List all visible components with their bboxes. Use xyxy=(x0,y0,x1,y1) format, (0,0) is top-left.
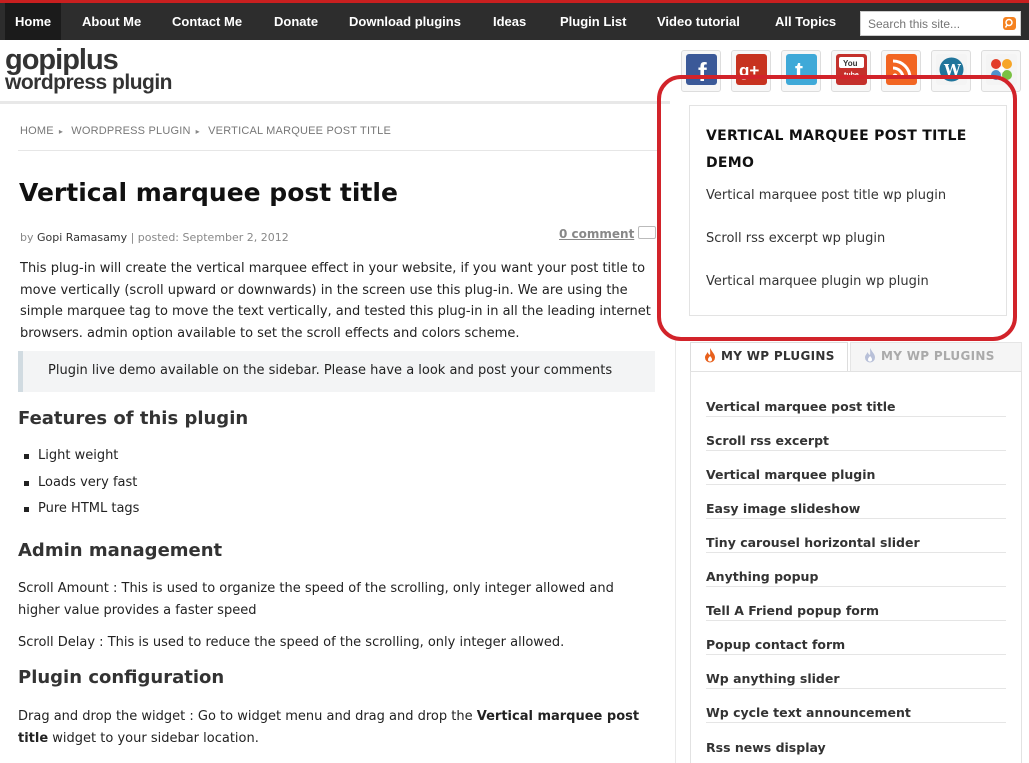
plugin-link[interactable]: Scroll rss excerpt xyxy=(706,417,1006,451)
flame-icon xyxy=(865,348,875,363)
plugin-link[interactable]: Rss news display xyxy=(706,723,1006,757)
config-heading: Plugin configuration xyxy=(18,667,225,688)
features-list: Light weight Loads very fast Pure HTML t… xyxy=(24,446,139,526)
tab-label: MY WP PLUGINS xyxy=(881,349,995,363)
plugin-link[interactable]: Popup contact form xyxy=(706,621,1006,655)
nav-ideas[interactable]: Ideas xyxy=(493,3,526,40)
page-title: Vertical marquee post title xyxy=(19,178,398,207)
post-meta: by Gopi Ramasamy | posted: September 2, … xyxy=(20,231,289,244)
plugin-link-label: Popup contact form xyxy=(706,637,846,652)
nav-plugin-list[interactable]: Plugin List xyxy=(560,3,626,40)
scroll-delay-text: Scroll Delay : This is used to reduce th… xyxy=(18,635,565,650)
plugin-link[interactable]: Tiny carousel horizontal slider xyxy=(706,519,1006,553)
nav-about-me[interactable]: About Me xyxy=(82,3,141,40)
top-navigation: Home About Me Contact Me Donate Download… xyxy=(0,0,1029,40)
column-divider xyxy=(675,340,676,763)
breadcrumb-separator-icon: ▸ xyxy=(58,127,64,136)
plugin-link-label: Anything popup xyxy=(706,569,819,584)
plugin-link[interactable]: Wp cycle text announcement xyxy=(706,689,1006,723)
comment-count-link[interactable]: 0 comment xyxy=(559,227,634,241)
scroll-amount-text: Scroll Amount : This is used to organize… xyxy=(18,581,614,618)
features-heading: Features of this plugin xyxy=(18,408,249,429)
demo-note: Plugin live demo available on the sideba… xyxy=(18,351,655,392)
breadcrumb-wordpress-plugin[interactable]: WORDPRESS PLUGIN xyxy=(71,125,190,137)
nav-contact-me[interactable]: Contact Me xyxy=(172,3,242,40)
comment-bubble-icon[interactable] xyxy=(638,226,656,239)
search-box xyxy=(860,11,1021,36)
nav-all-topics[interactable]: All Topics xyxy=(775,3,836,40)
nav-home[interactable]: Home xyxy=(5,3,62,40)
breadcrumb-separator-icon: ▸ xyxy=(195,127,200,136)
site-logo[interactable]: gopiplus wordpress plugin xyxy=(5,45,173,94)
logo-subtitle: wordpress plugin xyxy=(5,71,173,94)
plugin-link[interactable]: Easy image slideshow xyxy=(706,485,1006,519)
plugin-link[interactable]: Tell A Friend popup form xyxy=(706,587,1006,621)
svg-text:You: You xyxy=(843,59,858,68)
list-item: Pure HTML tags xyxy=(24,499,139,526)
search-icon xyxy=(1004,18,1013,28)
plugin-link-label: Tell A Friend popup form xyxy=(706,603,880,618)
nav-video-tutorial[interactable]: Video tutorial xyxy=(657,3,740,40)
plugin-link-label: Wp anything slider xyxy=(706,671,840,686)
breadcrumb-current: VERTICAL MARQUEE POST TITLE xyxy=(208,125,391,137)
plugin-link[interactable]: Vertical marquee post title xyxy=(706,383,1006,417)
plugin-link[interactable]: Vertical marquee plugin xyxy=(706,451,1006,485)
nav-download-plugins[interactable]: Download plugins xyxy=(349,3,461,40)
flame-icon xyxy=(705,348,715,363)
post-by-label: by xyxy=(20,231,34,244)
tab-my-wp-plugins[interactable]: MY WP PLUGINS xyxy=(690,342,848,372)
post-author[interactable]: Gopi Ramasamy xyxy=(37,231,127,244)
plugin-link-label: Rss news display xyxy=(706,740,826,755)
breadcrumb-divider xyxy=(18,150,658,151)
breadcrumb-home[interactable]: HOME xyxy=(20,125,54,137)
plugin-link-label: Vertical marquee plugin xyxy=(706,467,876,482)
post-date: | posted: September 2, 2012 xyxy=(130,231,289,244)
demo-note-text: Plugin live demo available on the sideba… xyxy=(48,363,613,378)
config-text: Drag and drop the widget : Go to widget … xyxy=(18,706,658,749)
plugin-link[interactable]: Wp anything slider xyxy=(706,655,1006,689)
plugin-link-label: Tiny carousel horizontal slider xyxy=(706,535,920,550)
search-input[interactable] xyxy=(861,12,996,35)
plugin-link-label: Wp cycle text announcement xyxy=(706,705,911,720)
highlight-annotation xyxy=(657,75,1017,341)
header-divider xyxy=(0,101,670,104)
list-item: Loads very fast xyxy=(24,473,139,500)
plugin-link-label: Easy image slideshow xyxy=(706,501,861,516)
plugin-link-label: Scroll rss excerpt xyxy=(706,433,829,448)
breadcrumb: HOME ▸ WORDPRESS PLUGIN ▸ VERTICAL MARQUEE… xyxy=(20,125,396,137)
post-intro: This plug-in will create the vertical ma… xyxy=(20,261,651,341)
tab-label: MY WP PLUGINS xyxy=(721,349,835,363)
plugin-link-label: Vertical marquee post title xyxy=(706,399,896,414)
nav-donate[interactable]: Donate xyxy=(274,3,318,40)
plugin-link[interactable]: Anything popup xyxy=(706,553,1006,587)
config-text-end: widget to your sidebar location. xyxy=(48,730,259,746)
search-button[interactable] xyxy=(1003,17,1016,30)
tab-my-wp-plugins-alt[interactable]: MY WP PLUGINS xyxy=(850,342,1022,372)
admin-heading: Admin management xyxy=(18,540,223,561)
list-item: Light weight xyxy=(24,446,139,473)
config-text-start: Drag and drop the widget : Go to widget … xyxy=(18,709,477,724)
